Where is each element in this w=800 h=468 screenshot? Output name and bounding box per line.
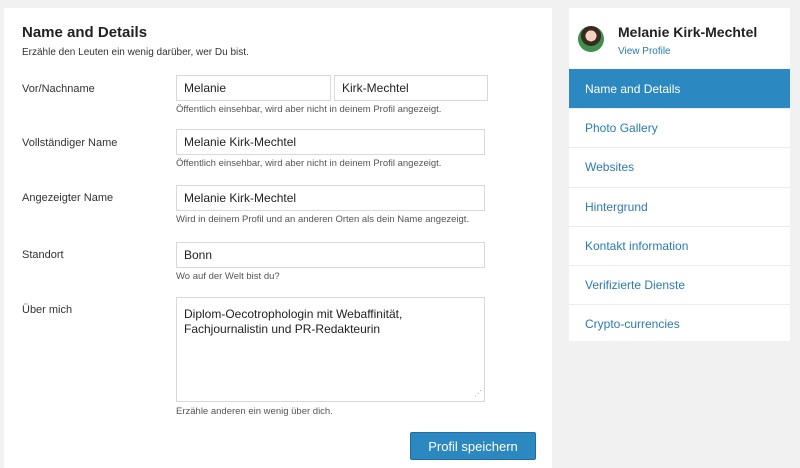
about-me-hint: Erzähle anderen ein wenig über dich. <box>176 406 333 417</box>
resize-grip-icon[interactable]: ⋰ <box>474 390 482 398</box>
profile-sidebar: Melanie Kirk-Mechtel View Profile Name a… <box>569 8 790 341</box>
view-profile-link[interactable]: View Profile <box>618 46 671 57</box>
about-me-textarea[interactable]: Diplom-Oecotrophologin mit Webaffinität,… <box>176 297 485 402</box>
profile-name: Melanie Kirk-Mechtel <box>618 24 758 40</box>
sidebar-item-crypto-currencies[interactable]: Crypto-currencies <box>569 304 790 343</box>
sidebar-item-name-and-details[interactable]: Name and Details <box>569 69 790 109</box>
sidebar-profile-header: Melanie Kirk-Mechtel View Profile <box>569 8 790 69</box>
page-title: Name and Details <box>22 24 148 41</box>
sidebar-item-verified-services[interactable]: Verifizierte Dienste <box>569 264 790 304</box>
first-last-name-hint: Öffentlich einsehbar, wird aber nicht in… <box>176 104 442 115</box>
avatar[interactable] <box>578 26 604 52</box>
first-last-name-label: Vor/Nachname <box>22 83 95 95</box>
sidebar-item-contact-information[interactable]: Kontakt information <box>569 225 790 265</box>
location-label: Standort <box>22 249 64 261</box>
about-me-label: Über mich <box>22 304 73 316</box>
location-hint: Wo auf der Welt bist du? <box>176 271 280 282</box>
sidebar-menu: Name and Details Photo Gallery Websites … <box>569 69 790 343</box>
display-name-label: Angezeigter Name <box>22 192 114 204</box>
location-input[interactable] <box>176 242 485 268</box>
display-name-input[interactable] <box>176 185 485 211</box>
display-name-hint: Wird in deinem Profil und an anderen Ort… <box>176 214 470 225</box>
save-profile-button[interactable]: Profil speichern <box>410 432 536 460</box>
full-name-hint: Öffentlich einsehbar, wird aber nicht in… <box>176 158 442 169</box>
first-name-input[interactable] <box>176 75 331 101</box>
full-name-label: Vollständiger Name <box>22 137 118 149</box>
last-name-input[interactable] <box>334 75 488 101</box>
page-subtitle: Erzähle den Leuten ein wenig darüber, we… <box>22 47 249 58</box>
profile-form-panel: Name and Details Erzähle den Leuten ein … <box>4 8 552 468</box>
sidebar-item-photo-gallery[interactable]: Photo Gallery <box>569 108 790 147</box>
sidebar-item-background[interactable]: Hintergrund <box>569 186 790 226</box>
full-name-input[interactable] <box>176 129 485 155</box>
sidebar-item-websites[interactable]: Websites <box>569 147 790 186</box>
